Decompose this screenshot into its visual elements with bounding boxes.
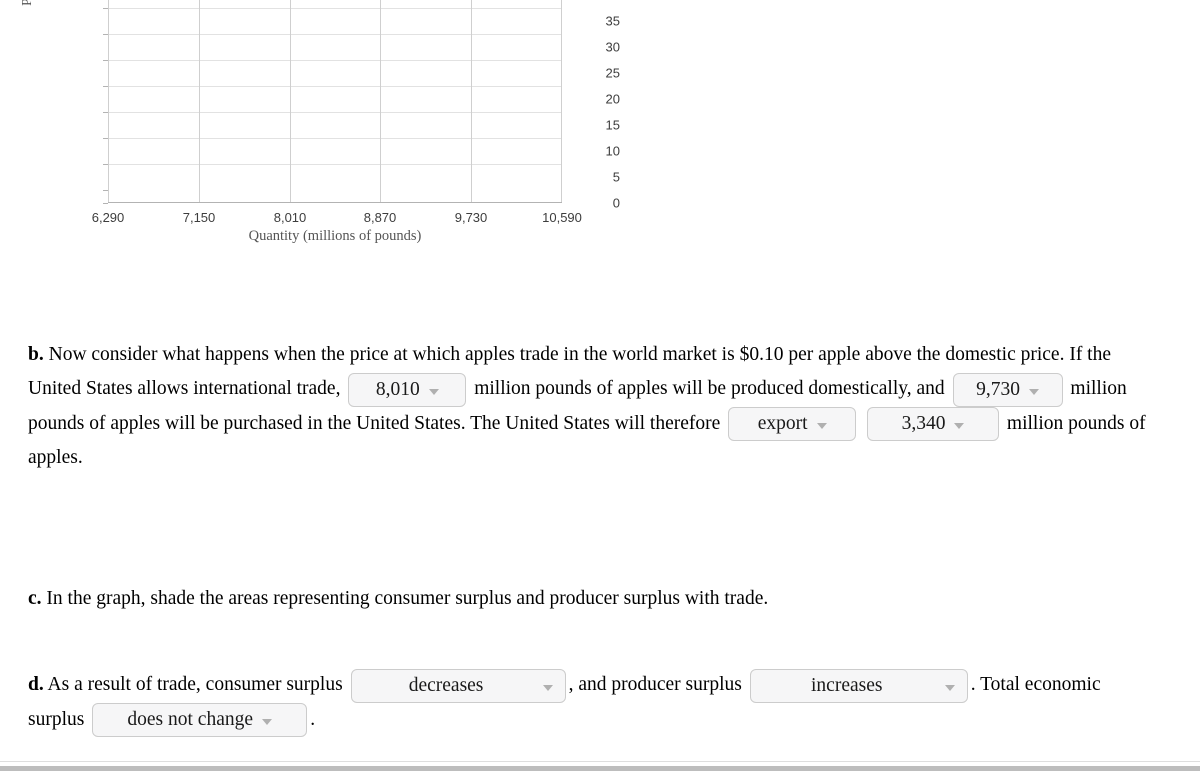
chevron-down-icon: [954, 423, 965, 430]
y-tick-label: 35: [605, 13, 620, 29]
gridline-horizontal: [108, 164, 562, 165]
domestic-purchase-dropdown-value: 9,730: [976, 378, 1020, 400]
question-d-letter: d.: [28, 674, 44, 695]
x-tick-label: 8,010: [273, 210, 307, 225]
chart-plot-area: [108, 0, 562, 203]
y-tick-label: 20: [605, 91, 620, 107]
y-tick-mark: [103, 164, 108, 165]
chevron-down-icon: [816, 423, 827, 430]
gridline-horizontal: [108, 112, 562, 113]
question-c-letter: c.: [28, 588, 42, 609]
x-tick-label: 9,730: [454, 210, 488, 225]
gridline-vertical: [108, 0, 109, 202]
producer-surplus-dropdown[interactable]: increases: [749, 668, 968, 703]
x-tick-label: 10,590: [542, 210, 582, 225]
y-tick-label: 5: [612, 169, 620, 185]
horizontal-scrollbar[interactable]: [0, 766, 1200, 771]
domestic-purchase-dropdown[interactable]: 9,730: [952, 372, 1063, 407]
domestic-production-dropdown-value: 8,010: [375, 378, 420, 400]
question-d-text-4: .: [310, 708, 316, 730]
trade-quantity-dropdown-value: 3,340: [901, 413, 946, 435]
y-tick-label: 10: [605, 143, 620, 159]
chevron-down-icon: [262, 719, 273, 726]
gridline-vertical: [289, 0, 291, 202]
question-b-text-2: million pounds of apples will be produce…: [474, 378, 945, 399]
gridline-vertical: [561, 0, 562, 202]
y-tick-mark: [103, 138, 108, 139]
y-tick-mark: [103, 34, 108, 35]
y-tick-mark: [103, 60, 108, 61]
question-c-text: In the graph, shade the areas representi…: [46, 588, 769, 609]
gridline-horizontal: [108, 60, 562, 61]
y-tick-label: 30: [605, 39, 620, 55]
y-tick-mark: [103, 112, 108, 113]
chart-x-axis-label: Quantity (millions of pounds): [248, 228, 422, 244]
gridline-horizontal: [108, 138, 562, 139]
gridline-vertical: [380, 0, 382, 202]
y-tick-mark: [103, 203, 108, 204]
question-b-letter: b.: [28, 344, 44, 365]
question-c: c. In the graph, shade the areas represe…: [28, 582, 1148, 616]
y-tick-label: 15: [605, 117, 620, 133]
x-tick-label: 7,150: [182, 210, 216, 225]
chart-y-axis-label: Price: [19, 0, 35, 27]
gridline-horizontal: [108, 34, 562, 35]
y-tick-mark: [103, 86, 108, 87]
producer-surplus-dropdown-value: increases: [811, 674, 883, 696]
total-surplus-dropdown[interactable]: does not change: [92, 703, 308, 738]
chevron-down-icon: [542, 684, 553, 691]
chevron-down-icon: [1028, 388, 1039, 395]
question-d-text-2: , and producer surplus: [568, 674, 742, 695]
gridline-horizontal: [108, 8, 562, 9]
consumer-surplus-dropdown-value: decreases: [408, 674, 484, 696]
domestic-production-dropdown[interactable]: 8,010: [348, 372, 467, 407]
x-tick-label: 8,870: [363, 210, 397, 225]
trade-quantity-dropdown[interactable]: 3,340: [867, 407, 1000, 442]
total-surplus-dropdown-value: does not change: [127, 709, 254, 731]
gridline-horizontal: [108, 86, 562, 87]
question-d: d. As a result of trade, consumer surplu…: [28, 668, 1158, 738]
y-tick-label: 25: [605, 65, 620, 81]
chevron-down-icon: [944, 684, 955, 691]
y-tick-label: 0: [612, 195, 620, 211]
y-tick-mark: [103, 190, 108, 191]
gridline-vertical: [471, 0, 473, 202]
question-b: b. Now consider what happens when the pr…: [28, 338, 1148, 475]
y-tick-mark: [103, 8, 108, 9]
trade-direction-dropdown-value: export: [757, 413, 808, 435]
x-tick-label: 6,290: [91, 210, 125, 225]
consumer-surplus-dropdown[interactable]: decreases: [350, 668, 566, 703]
price-quantity-chart: Price 35 30 25 20 15 10 5 0 6,290 7,150 …: [0, 0, 620, 255]
trade-direction-dropdown[interactable]: export: [728, 407, 857, 442]
question-d-text-1: As a result of trade, consumer surplus: [47, 674, 343, 695]
gridline-vertical: [198, 0, 200, 202]
chevron-down-icon: [428, 388, 439, 395]
